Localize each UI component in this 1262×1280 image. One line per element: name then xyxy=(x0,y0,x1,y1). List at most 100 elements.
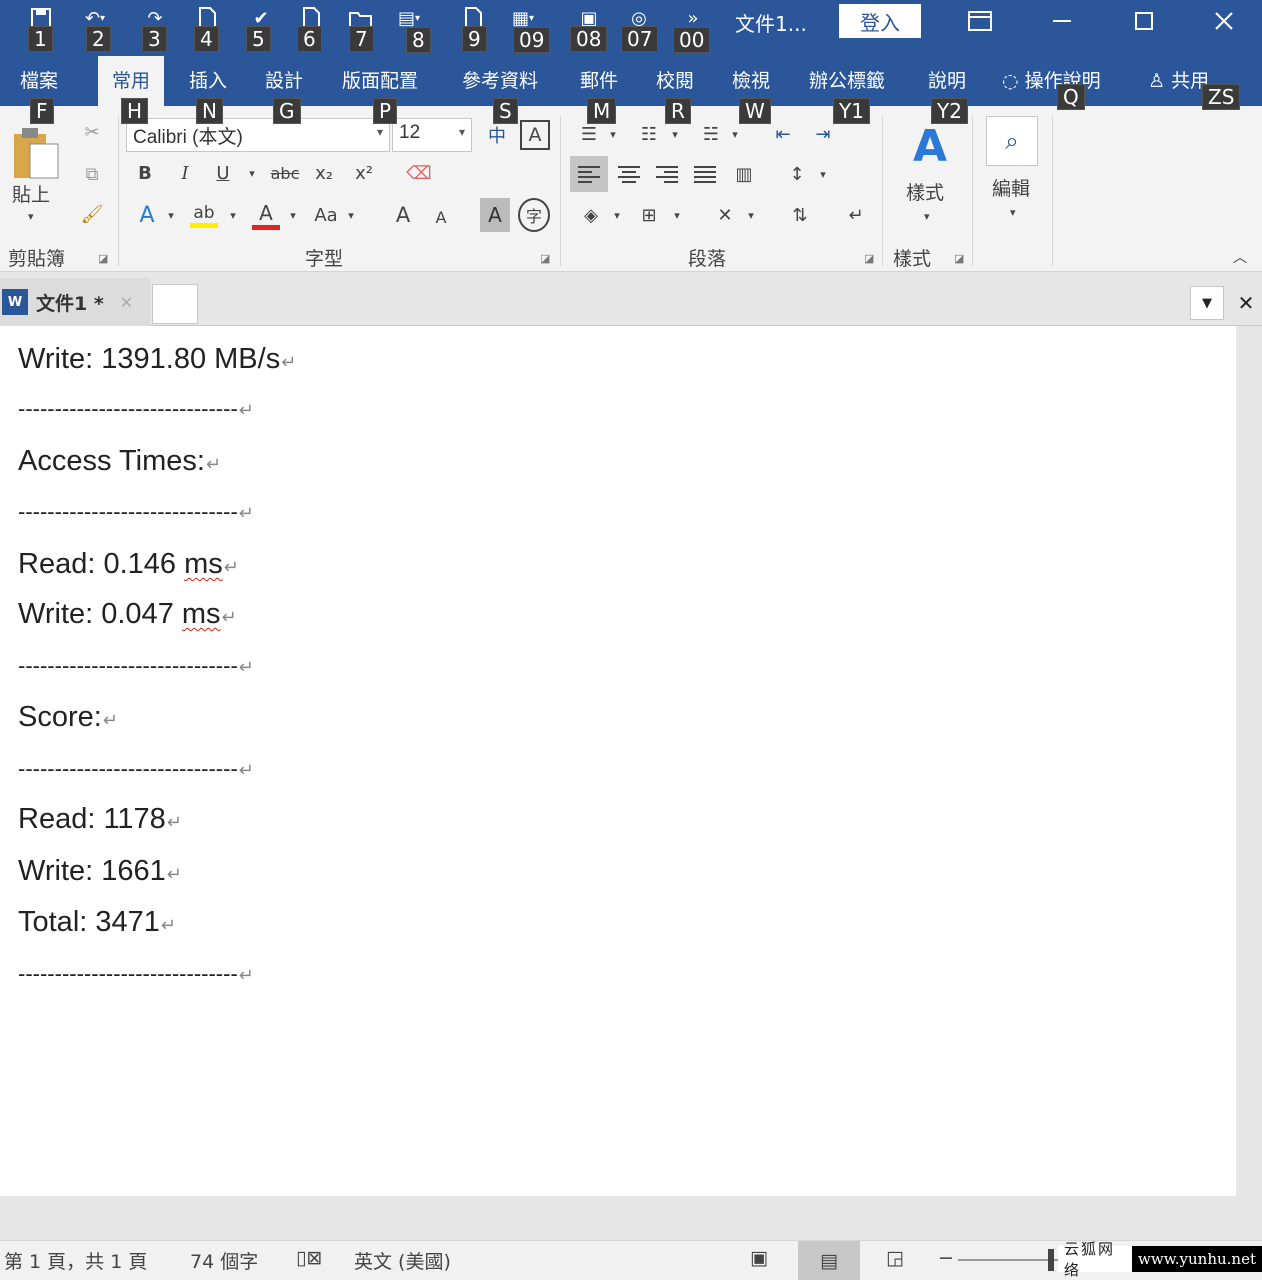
tab-layout[interactable]: 版面配置 xyxy=(342,66,418,93)
font-color-icon[interactable]: A xyxy=(250,198,282,232)
font-launcher-icon[interactable]: ◪ xyxy=(540,252,550,265)
document-tab[interactable]: W 文件1 * ✕ xyxy=(0,278,150,326)
font-color-dropdown-icon[interactable]: ▾ xyxy=(286,198,300,232)
italic-icon[interactable]: I xyxy=(172,158,198,188)
print-layout-icon[interactable]: ▤ xyxy=(798,1241,860,1280)
text-effects-icon[interactable]: A xyxy=(132,198,162,232)
zoom-out-icon[interactable]: − xyxy=(938,1247,954,1269)
change-case-dropdown-icon[interactable]: ▾ xyxy=(344,198,358,232)
borders-dropdown-icon[interactable]: ▾ xyxy=(670,198,684,232)
share-button[interactable]: ♙ 共用 xyxy=(1148,66,1209,93)
page-count[interactable]: 第 1 頁，共 1 頁 xyxy=(4,1247,147,1274)
shading-dropdown-icon[interactable]: ▾ xyxy=(610,198,624,232)
phonetic-guide-icon[interactable]: 中 xyxy=(480,120,514,150)
paste-button[interactable]: 貼上 xyxy=(12,180,50,207)
asian-layout-dropdown-icon[interactable]: ▾ xyxy=(744,198,758,232)
format-painter-icon[interactable]: 🖌 xyxy=(78,200,106,228)
proofing-icon[interactable]: ▯⊠ xyxy=(296,1247,322,1269)
ribbon-display-options-icon[interactable] xyxy=(958,4,1002,38)
character-shading-icon[interactable]: A xyxy=(480,198,510,232)
line-spacing-icon[interactable]: ↕ xyxy=(782,156,812,192)
shading-icon[interactable]: ◈ xyxy=(574,198,608,232)
styles-dropdown-icon[interactable]: ▾ xyxy=(924,210,930,223)
copy-icon[interactable]: ⧉ xyxy=(78,160,106,188)
tab-help[interactable]: 說明 xyxy=(928,66,966,93)
cut-icon[interactable]: ✂ xyxy=(78,118,106,146)
sign-in-button[interactable]: 登入 xyxy=(839,4,921,38)
zoom-slider[interactable] xyxy=(958,1259,1058,1261)
maximize-icon[interactable] xyxy=(1122,4,1166,38)
grow-font-icon[interactable]: A xyxy=(388,198,418,232)
superscript-icon[interactable]: x² xyxy=(350,158,378,188)
borders-icon[interactable]: ⊞ xyxy=(634,198,664,232)
align-center-icon[interactable] xyxy=(612,156,646,192)
enclose-characters-icon[interactable]: 字 xyxy=(518,198,550,232)
minimize-icon[interactable] xyxy=(1040,4,1084,38)
close-tab-icon[interactable]: ✕ xyxy=(120,293,133,312)
paste-dropdown-icon[interactable]: ▾ xyxy=(28,210,34,223)
show-formatting-marks-icon[interactable]: ↵ xyxy=(840,198,872,232)
underline-dropdown-icon[interactable]: ▾ xyxy=(244,158,260,188)
strikethrough-icon[interactable]: abc xyxy=(266,158,304,188)
word-document-icon: W xyxy=(2,289,28,315)
styles-gallery-icon[interactable]: A xyxy=(900,118,960,174)
line-spacing-dropdown-icon[interactable]: ▾ xyxy=(816,156,830,192)
align-left-icon[interactable] xyxy=(570,156,608,192)
sort-icon[interactable]: ⇅ xyxy=(784,198,816,232)
read-mode-icon[interactable]: ▣ xyxy=(750,1247,768,1269)
numbering-icon[interactable]: ☷ xyxy=(634,120,664,148)
font-size-combo[interactable]: 12 ▾ xyxy=(392,118,472,152)
bold-icon[interactable]: B xyxy=(132,158,158,188)
tab-insert[interactable]: 插入 xyxy=(189,66,227,93)
align-right-icon[interactable] xyxy=(650,156,684,192)
new-tab-button[interactable] xyxy=(152,284,198,324)
find-icon[interactable]: ⌕ xyxy=(986,116,1038,166)
collapse-ribbon-icon[interactable]: ︿ xyxy=(1228,246,1252,268)
tab-design[interactable]: 設計 xyxy=(265,66,303,93)
styles-button[interactable]: 樣式 xyxy=(906,178,944,205)
bullets-icon[interactable]: ☰ xyxy=(574,120,604,148)
paragraph-launcher-icon[interactable]: ◪ xyxy=(864,252,874,265)
tab-mailings[interactable]: 郵件 xyxy=(580,66,618,93)
decrease-indent-icon[interactable]: ⇤ xyxy=(766,120,800,148)
multilevel-list-icon[interactable]: ☵ xyxy=(696,120,726,148)
highlight-color-icon[interactable]: ab xyxy=(188,198,220,232)
tab-view[interactable]: 檢視 xyxy=(732,66,770,93)
paste-icon[interactable] xyxy=(8,124,64,182)
bullets-dropdown-icon[interactable]: ▾ xyxy=(606,120,620,148)
document-page[interactable]: Write: 1391.80 MB/s↵ -------------------… xyxy=(0,326,1236,1196)
multilevel-dropdown-icon[interactable]: ▾ xyxy=(728,120,742,148)
tab-file[interactable]: 檔案 xyxy=(20,66,58,93)
character-border-icon[interactable]: A xyxy=(520,120,550,150)
document-tab-label: 文件1 * xyxy=(36,292,104,315)
close-window-icon[interactable] xyxy=(1202,4,1246,38)
underline-icon[interactable]: U xyxy=(210,158,236,188)
tab-office-tab[interactable]: 辦公標籤 xyxy=(809,66,885,93)
shrink-font-icon[interactable]: A xyxy=(426,202,456,232)
word-count[interactable]: 74 個字 xyxy=(190,1247,258,1274)
tab-review[interactable]: 校閱 xyxy=(656,66,694,93)
tell-me-search[interactable]: ◌ 操作說明 xyxy=(1002,66,1101,93)
tab-references[interactable]: 參考資料 xyxy=(462,66,538,93)
editing-button[interactable]: 編輯 xyxy=(992,174,1030,201)
vertical-scrollbar[interactable] xyxy=(1236,326,1262,1200)
distributed-icon[interactable]: ▥ xyxy=(726,156,762,192)
clear-formatting-icon[interactable]: ⌫ xyxy=(402,158,436,188)
zoom-slider-thumb[interactable] xyxy=(1048,1249,1054,1271)
asian-layout-icon[interactable]: ✕ xyxy=(708,198,742,232)
text-effects-dropdown-icon[interactable]: ▾ xyxy=(164,198,178,232)
highlight-dropdown-icon[interactable]: ▾ xyxy=(226,198,240,232)
numbering-dropdown-icon[interactable]: ▾ xyxy=(668,120,682,148)
increase-indent-icon[interactable]: ⇥ xyxy=(806,120,840,148)
language-indicator[interactable]: 英文 (美國) xyxy=(354,1247,451,1274)
close-document-icon[interactable]: ✕ xyxy=(1230,286,1262,320)
subscript-icon[interactable]: x₂ xyxy=(310,158,338,188)
clipboard-launcher-icon[interactable]: ◪ xyxy=(98,252,108,265)
tab-list-dropdown-icon[interactable]: ▼ xyxy=(1190,286,1224,320)
justify-icon[interactable] xyxy=(688,156,722,192)
editing-dropdown-icon[interactable]: ▾ xyxy=(1010,206,1016,219)
font-name-combo[interactable]: Calibri (本文) ▾ xyxy=(126,118,390,152)
change-case-icon[interactable]: Aa xyxy=(308,198,344,232)
styles-launcher-icon[interactable]: ◪ xyxy=(954,252,964,265)
web-layout-icon[interactable]: ◲ xyxy=(886,1247,904,1269)
